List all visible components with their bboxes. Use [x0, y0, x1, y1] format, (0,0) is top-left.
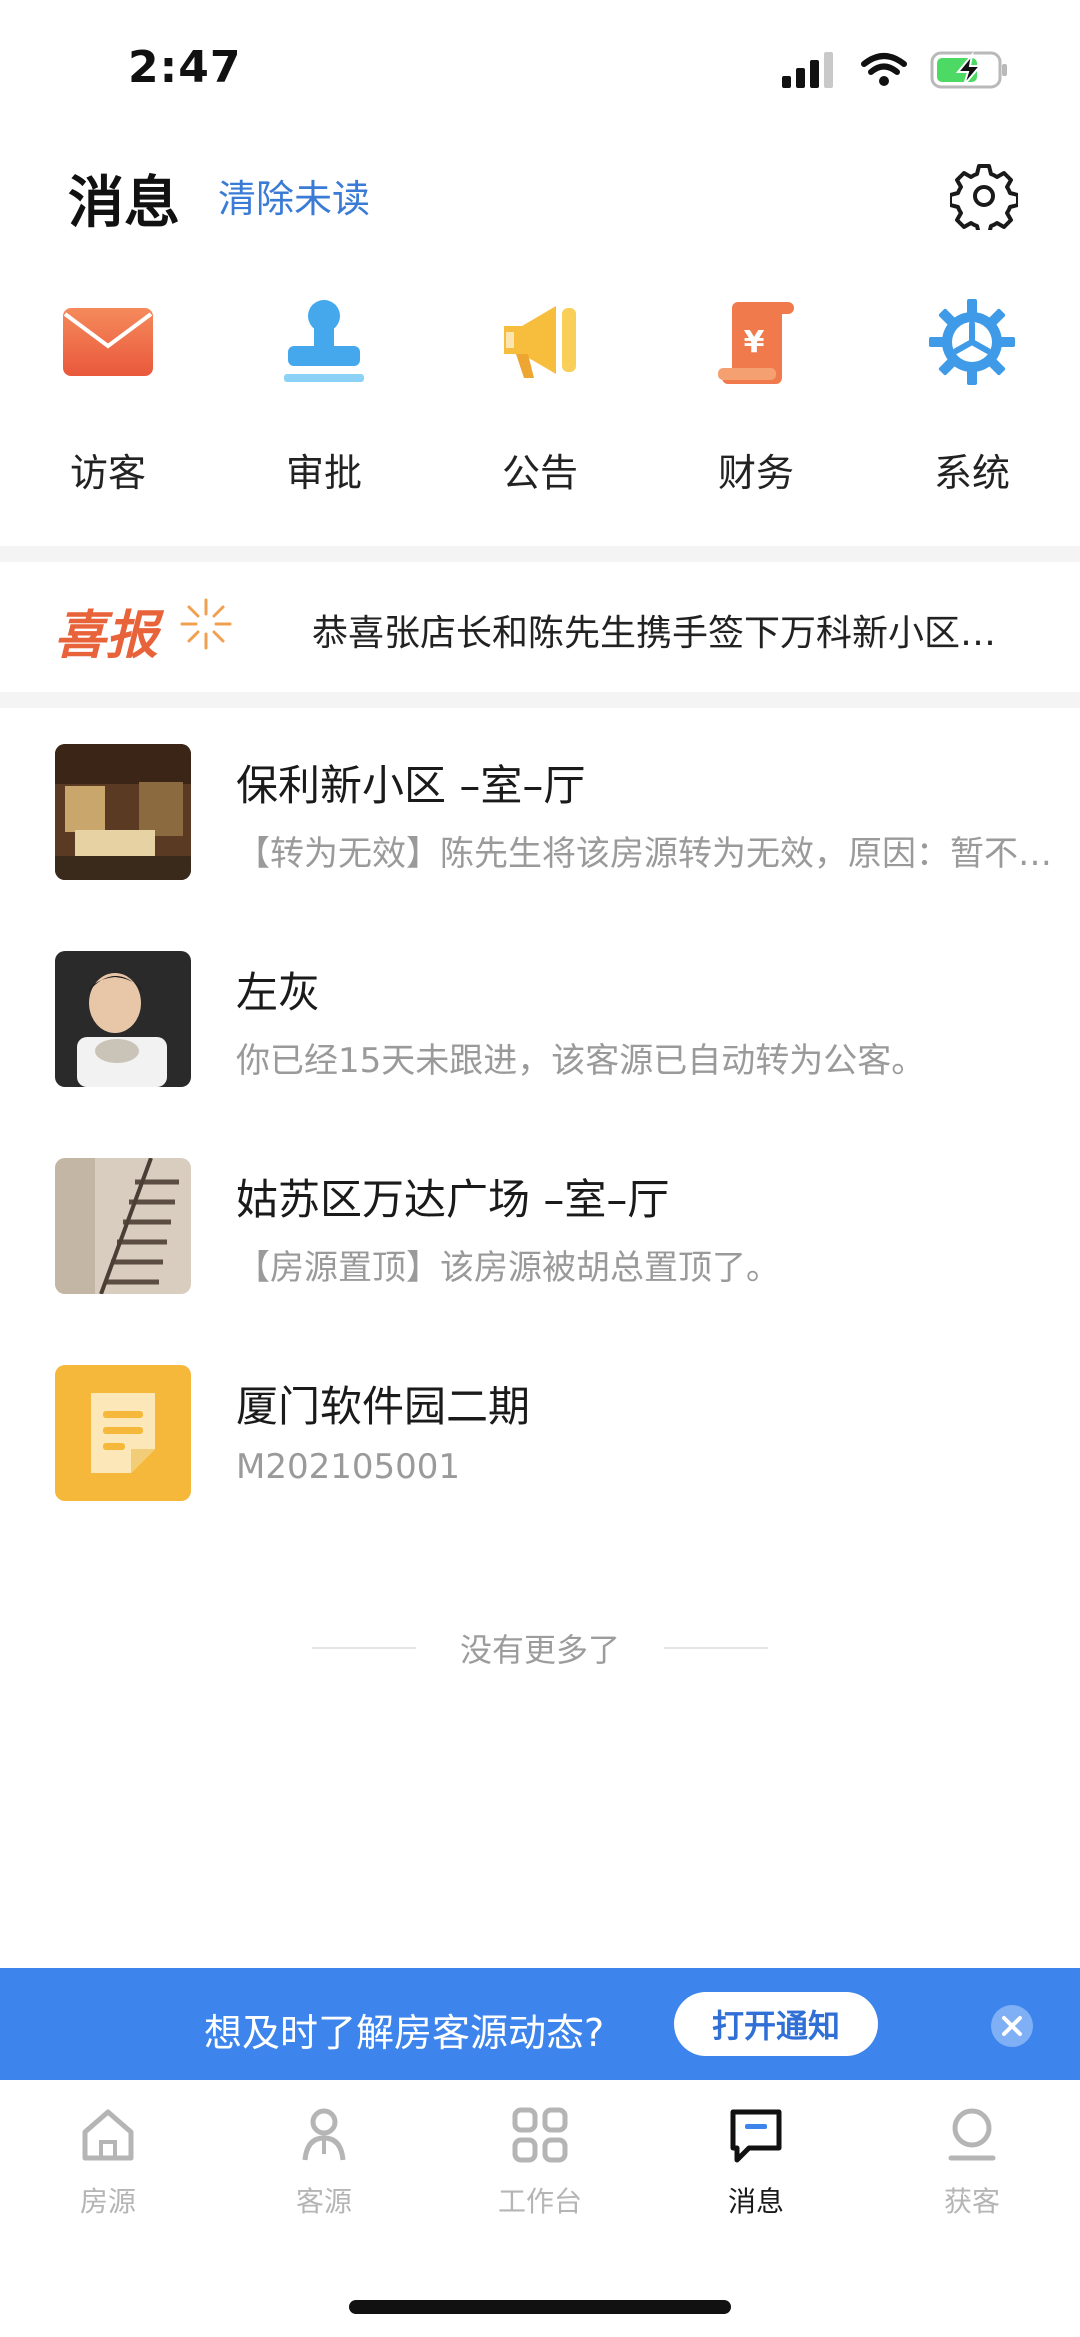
category-approval[interactable]: 审批 — [216, 290, 432, 500]
category-label: 系统 — [933, 451, 1010, 495]
staircase-photo — [55, 1158, 191, 1294]
message-title: 保利新小区 –室–厅 — [236, 761, 586, 810]
tab-clients[interactable]: 客源 — [216, 2082, 432, 2262]
divider-line — [664, 1647, 768, 1649]
message-subtitle: 【房源置顶】该房源被胡总置顶了。 — [236, 1248, 780, 1288]
message-title: 左灰 — [236, 968, 321, 1017]
chat-bubble-icon — [730, 2109, 782, 2163]
close-icon — [991, 2005, 1033, 2047]
category-finance[interactable]: ¥ 财务 — [648, 290, 864, 500]
category-announcement[interactable]: 公告 — [432, 290, 648, 500]
category-label: 公告 — [501, 451, 578, 495]
page-title: 消息 — [68, 171, 180, 236]
tab-house-listings[interactable]: 房源 — [0, 2082, 216, 2262]
message-title: 姑苏区万达广场 –室–厅 — [236, 1175, 670, 1224]
message-subtitle: 【转为无效】陈先生将该房源转为无效，原因：暂不出售 — [236, 834, 1066, 874]
house-icon — [82, 2109, 134, 2161]
home-indicator — [349, 2300, 731, 2314]
message-title: 厦门软件园二期 — [236, 1382, 531, 1431]
envelope-icon — [63, 308, 153, 376]
tab-label: 客源 — [295, 2185, 352, 2218]
close-prompt-button[interactable] — [990, 2004, 1034, 2048]
gear-icon — [948, 164, 1020, 236]
section-divider — [0, 692, 1080, 708]
message-item[interactable]: 保利新小区 –室–厅 【转为无效】陈先生将该房源转为无效，原因：暂不出售 — [0, 744, 1080, 951]
finance-scroll-icon: ¥ — [718, 302, 794, 384]
stamp-icon — [284, 300, 364, 382]
open-notification-button[interactable]: 打开通知 — [674, 1992, 878, 2056]
status-time: 2:47 — [128, 42, 242, 93]
tab-label: 工作台 — [497, 2185, 582, 2218]
category-row: 访客 审批 公告 ¥ 财务 系统 — [0, 290, 1080, 500]
tab-acquire-clients[interactable]: 获客 — [864, 2082, 1080, 2262]
cellular-signal-icon — [782, 52, 833, 88]
room-interior-photo — [55, 744, 191, 880]
gear-icon — [929, 299, 1015, 385]
no-more-indicator: 没有更多了 — [0, 1625, 1080, 1671]
battery-charging-icon — [930, 51, 1007, 89]
notification-prompt-bar: 想及时了解房客源动态? 打开通知 — [0, 1968, 1080, 2080]
message-item[interactable]: 左灰 你已经15天未跟进，该客源已自动转为公客。 — [0, 951, 1080, 1158]
banner-logo: 喜报 — [54, 605, 159, 666]
clear-unread-link[interactable]: 清除未读 — [218, 168, 370, 223]
grid-icon — [512, 2107, 568, 2163]
settings-button[interactable] — [948, 162, 1020, 236]
person-icon — [302, 2108, 346, 2161]
message-subtitle: M202105001 — [236, 1447, 461, 1487]
wifi-icon — [861, 53, 907, 86]
document-icon — [55, 1365, 191, 1501]
section-divider — [0, 546, 1080, 562]
status-icons — [782, 48, 1010, 92]
tab-label: 消息 — [727, 2185, 784, 2218]
person-avatar-photo — [55, 951, 191, 1087]
tab-label: 房源 — [79, 2185, 136, 2218]
message-item[interactable]: 姑苏区万达广场 –室–厅 【房源置顶】该房源被胡总置顶了。 — [0, 1158, 1080, 1365]
category-label: 访客 — [69, 451, 146, 495]
tab-messages[interactable]: 消息 — [648, 2082, 864, 2262]
no-more-text: 没有更多了 — [459, 1631, 620, 1669]
bottom-tab-bar: 房源 客源 工作台 消息 获客 — [0, 2082, 1080, 2262]
tab-label: 获客 — [943, 2185, 1000, 2218]
category-label: 财务 — [717, 451, 794, 495]
category-visitor[interactable]: 访客 — [0, 290, 216, 500]
message-subtitle: 你已经15天未跟进，该客源已自动转为公客。 — [236, 1041, 926, 1081]
notification-prompt-text: 想及时了解房客源动态? — [204, 2011, 605, 2055]
acquire-icon — [948, 2108, 996, 2161]
svg-text:¥: ¥ — [744, 325, 765, 360]
tab-workbench[interactable]: 工作台 — [432, 2082, 648, 2262]
firework-icon — [180, 598, 232, 650]
category-system[interactable]: 系统 — [864, 290, 1080, 500]
banner-text: 恭喜张店长和陈先生携手签下万科新小区一套三室两厅 — [312, 613, 1032, 654]
divider-line — [311, 1647, 416, 1649]
category-label: 审批 — [285, 451, 362, 495]
message-item[interactable]: 厦门软件园二期 M202105001 — [0, 1365, 1080, 1572]
megaphone-icon — [504, 306, 576, 378]
